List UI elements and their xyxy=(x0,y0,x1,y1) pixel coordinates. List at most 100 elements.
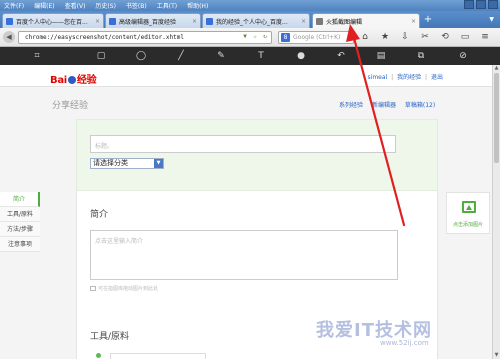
minimize-button[interactable] xyxy=(464,0,474,9)
back-button[interactable]: ◀ xyxy=(3,31,15,43)
chevron-down-icon: ▼ xyxy=(154,159,163,168)
baidu-favicon-icon xyxy=(206,17,213,25)
tab-list-icon[interactable]: ▼ xyxy=(489,16,494,23)
title-input[interactable]: 标题。 xyxy=(90,135,396,153)
close-icon[interactable]: × xyxy=(298,18,306,25)
close-window-button[interactable] xyxy=(488,0,498,9)
save-icon[interactable]: ▤ xyxy=(374,50,388,62)
cancel-icon[interactable]: ⊘ xyxy=(456,50,470,62)
menu-help[interactable]: 帮助(H) xyxy=(187,1,208,10)
my-experience-link[interactable]: 我的经验 xyxy=(397,74,421,81)
home-icon[interactable]: ⌂ xyxy=(358,31,372,43)
close-icon[interactable]: × xyxy=(408,18,416,25)
username-link[interactable]: simeal xyxy=(368,74,388,81)
sync-icon[interactable]: ⟲ xyxy=(438,31,452,43)
maximize-button[interactable] xyxy=(476,0,486,9)
title-section xyxy=(76,119,438,191)
logo-text-bai: Bai xyxy=(50,75,67,86)
tab-label: 百度个人中心——您在百... xyxy=(16,18,88,26)
menu-bar: 文件(F) 编辑(E) 查看(V) 历史(S) 书签(B) 工具(T) 帮助(H… xyxy=(0,0,500,11)
reload-icon[interactable]: ↻ xyxy=(261,33,269,41)
logout-link[interactable]: 退出 xyxy=(431,74,443,81)
drag-hint: 可在指图库拖动图片到此处 xyxy=(90,285,158,292)
drag-hint-text: 可在指图库拖动图片到此处 xyxy=(98,286,159,292)
new-tab-button[interactable]: + xyxy=(423,14,433,26)
paw-icon xyxy=(67,76,76,84)
tool-name-input[interactable] xyxy=(110,353,206,359)
intro-heading: 简介 xyxy=(90,210,109,220)
tab-label: 高级编辑器_百度经验 xyxy=(119,18,177,26)
shield-icon[interactable]: ▼ xyxy=(241,33,249,41)
browser-toolbar: ⌂ ★ ⇩ ✂ ⟲ ▭ ≡ xyxy=(358,31,492,43)
rectangle-icon[interactable]: ▢ xyxy=(94,50,108,62)
screenshot-icon[interactable]: ✂ xyxy=(418,31,432,43)
new-editor-link[interactable]: 新编辑器 xyxy=(372,102,396,109)
image-icon xyxy=(90,286,96,291)
ellipse-icon[interactable]: ◯ xyxy=(134,50,148,62)
bookmark-star-icon[interactable]: ☆ xyxy=(251,33,259,41)
navigation-bar: ◀ chrome://easyscreenshot/content/editor… xyxy=(0,28,500,47)
category-select-value: 请选择分类 xyxy=(93,159,128,167)
add-image-label: 点击添加图片 xyxy=(452,222,483,228)
bullet-icon xyxy=(96,353,101,358)
share-links: 系列经验 新编辑器 草稿箱(12) xyxy=(339,100,442,109)
vertical-scrollbar[interactable]: ▲ ▼ xyxy=(492,65,500,359)
text-icon[interactable]: T xyxy=(254,50,268,62)
line-icon[interactable]: ╱ xyxy=(174,50,188,62)
tab-my-experience[interactable]: 我的经验_个人中心_百度... × xyxy=(202,13,310,28)
screenshot-editor-toolbar: ⌗ ▢ ◯ ╱ ✎ T ● ↶ ▤ ⧉ ⊘ xyxy=(0,47,500,65)
menu-edit[interactable]: 编辑(E) xyxy=(34,1,54,10)
menu-history[interactable]: 历史(S) xyxy=(95,1,116,10)
baidu-jingyan-logo[interactable]: Bai 经验 xyxy=(50,71,97,86)
intro-textarea[interactable]: 点击这里输入简介 xyxy=(90,230,398,280)
add-image-button[interactable]: 点击添加图片 xyxy=(446,192,490,234)
section-nav-tools[interactable]: 工具/原料 xyxy=(0,207,40,222)
menu-file[interactable]: 文件(F) xyxy=(4,1,24,10)
section-nav-notes[interactable]: 注意事项 xyxy=(0,237,40,252)
menu-view[interactable]: 查看(V) xyxy=(65,1,86,10)
crop-icon[interactable]: ⌗ xyxy=(30,50,44,62)
copy-icon[interactable]: ⧉ xyxy=(414,50,428,62)
baidu-favicon-icon xyxy=(109,17,116,25)
bookmarks-star-icon[interactable]: ★ xyxy=(378,31,392,43)
scrollbar-thumb[interactable] xyxy=(494,73,499,163)
section-nav-intro[interactable]: 简介 xyxy=(0,192,40,207)
close-icon[interactable]: × xyxy=(92,18,100,25)
tab-advanced-editor[interactable]: 高级编辑器_百度经验 × xyxy=(105,13,201,28)
firefox-favicon-icon xyxy=(316,17,323,25)
tab-label: 我的经验_个人中心_百度... xyxy=(216,18,288,26)
search-engine-icon[interactable]: 8 xyxy=(281,33,290,42)
tab-screenshot-editor[interactable]: 火狐截图编辑 × xyxy=(312,13,420,28)
watermark-url: www.52ij.com xyxy=(380,339,429,347)
undo-icon[interactable]: ↶ xyxy=(334,50,348,62)
section-nav: 简介 工具/原料 方法/步骤 注意事项 xyxy=(0,192,40,252)
window-icon[interactable]: ▭ xyxy=(458,31,472,43)
url-bar[interactable]: chrome://easyscreenshot/content/editor.x… xyxy=(18,31,272,44)
scroll-up-icon[interactable]: ▲ xyxy=(493,65,500,72)
menu-icon[interactable]: ≡ xyxy=(478,31,492,43)
tab-label: 火狐截图编辑 xyxy=(326,18,363,26)
tab-baidu-personal[interactable]: 百度个人中心——您在百... × xyxy=(2,13,104,28)
menu-tools[interactable]: 工具(T) xyxy=(157,1,177,10)
section-nav-steps[interactable]: 方法/步骤 xyxy=(0,222,40,237)
series-experience-link[interactable]: 系列经验 xyxy=(339,102,363,109)
close-icon[interactable]: × xyxy=(189,18,197,25)
url-icons: ▼ ☆ ↻ xyxy=(241,33,269,41)
window-controls xyxy=(462,0,498,9)
scroll-down-icon[interactable]: ▼ xyxy=(493,352,500,359)
downloads-icon[interactable]: ⇩ xyxy=(398,31,412,43)
picture-icon xyxy=(462,201,476,213)
drafts-link[interactable]: 草稿箱(12) xyxy=(405,102,435,109)
menu-bookmarks[interactable]: 书签(B) xyxy=(126,1,147,10)
search-icon[interactable]: ⌕ xyxy=(348,32,352,43)
search-input[interactable]: 8 Google (Ctrl+K) ⌕ xyxy=(278,31,354,44)
user-links: simeal | 我的经验 | 退出 xyxy=(367,74,443,81)
logo-text-jingyan: 经验 xyxy=(76,75,97,86)
url-text: chrome://easyscreenshot/content/editor.x… xyxy=(25,34,184,41)
pencil-icon[interactable]: ✎ xyxy=(214,50,228,62)
category-select[interactable]: 请选择分类 ▼ xyxy=(90,158,164,169)
blur-icon[interactable]: ● xyxy=(294,50,308,62)
search-placeholder: Google (Ctrl+K) xyxy=(293,34,341,41)
tool-item-row xyxy=(96,353,216,359)
page-content: Bai 经验 simeal | 我的经验 | 退出 分享经验 系列经验 新编辑器 … xyxy=(0,65,500,359)
